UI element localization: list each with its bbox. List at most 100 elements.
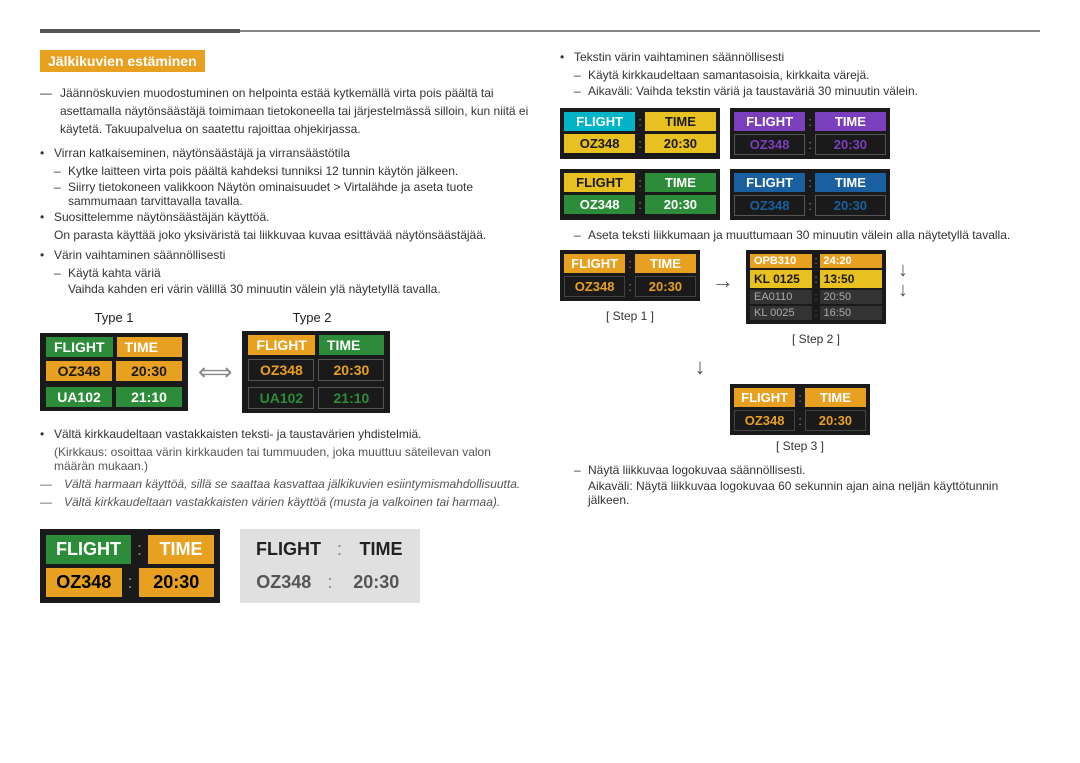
type1-ua102: UA102 <box>46 387 112 407</box>
vb3-h2: TIME <box>645 173 716 192</box>
big-board-light-colon1: : <box>335 535 344 564</box>
step3-h2: TIME <box>805 388 866 407</box>
step1-d2: 20:30 <box>635 276 696 297</box>
vb1-d2: 20:30 <box>645 134 716 153</box>
type1-oz348: OZ348 <box>46 361 112 381</box>
swap-arrow: ⟺ <box>198 358 232 387</box>
s2-r2-colon: : <box>814 270 817 288</box>
type1-data-row1: OZ348 20:30 <box>40 359 188 385</box>
big-board-light: FLIGHT : TIME OZ348 : 20:30 <box>240 529 420 603</box>
vb4-h1: FLIGHT <box>734 173 805 192</box>
step2-scroll-board: OPB310 : 24:20 KL 0125 : 13:50 EA0110 : <box>746 250 886 324</box>
big-board-dark-colon1: : <box>135 535 144 564</box>
big-board-light-d1: OZ348 <box>246 568 322 597</box>
down-arrow1: ↓ <box>898 260 908 280</box>
vb2-h2: TIME <box>815 112 886 131</box>
variant-board-1: FLIGHT : TIME OZ348 : 20:30 <box>560 108 720 159</box>
note2-sub: Aikaväli: Näytä liikkuvaa logokuvaa 60 s… <box>560 479 1040 507</box>
sub3a: Vaihda kahden eri värin välillä 30 minuu… <box>40 282 530 296</box>
type1-2110: 21:10 <box>116 387 182 407</box>
s2-r4-c1: KL 0025 <box>750 306 812 320</box>
vb4-h2: TIME <box>815 173 886 192</box>
type2-ua102: UA102 <box>248 387 314 409</box>
big-board-light-data: OZ348 : 20:30 <box>246 568 414 597</box>
boards-comparison-row: FLIGHT TIME OZ348 20:30 UA102 21:10 ⟺ <box>40 331 530 413</box>
type1-board: FLIGHT TIME OZ348 20:30 UA102 21:10 <box>40 333 188 411</box>
steps-area: FLIGHT : TIME OZ348 : 20:30 [ Step 1 ] → <box>560 250 1040 346</box>
type2-label: Type 2 <box>238 310 386 325</box>
vb2-c1: : <box>808 112 812 131</box>
vb3-c1: : <box>638 173 642 192</box>
step1-c: : <box>628 254 632 273</box>
s2-r4-colon: : <box>814 306 817 320</box>
step3-c: : <box>798 388 802 407</box>
warn3: Vältä kirkkaudeltaan vastakkaisten värie… <box>40 495 530 509</box>
step1-h2: TIME <box>635 254 696 273</box>
bullet3: Värin vaihtaminen säännöllisesti <box>40 248 530 262</box>
step1-wrapper: FLIGHT : TIME OZ348 : 20:30 [ Step 1 ] <box>560 250 700 323</box>
big-board-dark-d2: 20:30 <box>139 568 215 597</box>
dash1a: Kytke laitteen virta pois päältä kahdeks… <box>40 164 530 178</box>
down-arrow2: ↓ <box>898 280 908 300</box>
step3-d2: 20:30 <box>805 410 866 431</box>
intro-text: Jäännöskuvien muodostuminen on helpointa… <box>40 84 530 138</box>
double-down-arrows: ↓ ↓ <box>898 260 908 300</box>
step3-d1: OZ348 <box>734 410 795 431</box>
vb1-c1: : <box>638 112 642 131</box>
step3-label: [ Step 3 ] <box>776 439 824 453</box>
variant-board-4: FLIGHT : TIME OZ348 : 20:30 <box>730 169 890 220</box>
big-board-light-d2: 20:30 <box>339 568 415 597</box>
type2-oz348: OZ348 <box>248 359 314 381</box>
s2-r1-c1: OPB310 <box>750 254 812 268</box>
type2-data-row2: UA102 21:10 <box>242 385 390 413</box>
vb3-d1: OZ348 <box>564 195 635 214</box>
big-board-light-colon2: : <box>326 568 335 597</box>
vb4-d2: 20:30 <box>815 195 886 216</box>
big-board-dark-h2: TIME <box>148 535 214 564</box>
vb1-d1: OZ348 <box>564 134 635 153</box>
type1-h-time: TIME <box>117 337 182 357</box>
type2-board: FLIGHT TIME OZ348 20:30 UA102 21:10 <box>242 331 390 413</box>
s2-r2-c2: 13:50 <box>820 270 882 288</box>
vb1-h1: FLIGHT <box>564 112 635 131</box>
big-board-light-h2: TIME <box>348 535 414 564</box>
vb2-c2: : <box>808 134 812 155</box>
type2-h-time: TIME <box>319 335 384 355</box>
step2-wrapper: OPB310 : 24:20 KL 0125 : 13:50 EA0110 : <box>746 250 886 346</box>
warn1-sub: (Kirkkaus: osoittaa värin kirkkauden tai… <box>40 445 530 473</box>
section-title: Jälkikuvien estäminen <box>40 50 205 72</box>
type1-label: Type 1 <box>40 310 188 325</box>
right-dash2: Aikaväli: Vaihda tekstin väriä ja tausta… <box>560 84 1040 98</box>
step2-label: [ Step 2 ] <box>792 332 840 346</box>
left-column: Jälkikuvien estäminen Jäännöskuvien muod… <box>40 50 530 603</box>
type2-h-flight: FLIGHT <box>248 335 315 355</box>
right-column: Tekstin värin vaihtaminen säännöllisesti… <box>560 50 1040 603</box>
step1-board: FLIGHT : TIME OZ348 : 20:30 <box>560 250 700 301</box>
type2-2110: 21:10 <box>318 387 384 409</box>
big-board-dark-d1: OZ348 <box>46 568 122 597</box>
s2-r1-colon: : <box>814 254 817 268</box>
big-board-light-h1: FLIGHT <box>246 535 331 564</box>
s2-r3-colon: : <box>814 290 817 304</box>
step1-to-step2-arrow: → <box>712 268 734 294</box>
step1-label: [ Step 1 ] <box>606 309 654 323</box>
warning-lines: Vältä kirkkaudeltaan vastakkaisten tekst… <box>40 427 530 509</box>
right-top-text: Tekstin värin vaihtaminen säännöllisesti… <box>560 50 1040 98</box>
s2-r2-c1: KL 0125 <box>750 270 812 288</box>
variant-board-2: FLIGHT : TIME OZ348 : 20:30 <box>730 108 890 159</box>
right-dot1: Tekstin värin vaihtaminen säännöllisesti <box>560 50 1040 64</box>
step1-d1: OZ348 <box>564 276 625 297</box>
big-board-dark: FLIGHT : TIME OZ348 : 20:30 <box>40 529 220 603</box>
type-labels: Type 1 Type 2 <box>40 310 530 325</box>
step1-c2: : <box>628 276 632 297</box>
vb2-d1: OZ348 <box>734 134 805 155</box>
type2-data-row1: OZ348 20:30 <box>242 357 390 385</box>
vb2-h1: FLIGHT <box>734 112 805 131</box>
type2-header-row: FLIGHT TIME <box>242 331 390 357</box>
step3-board: FLIGHT : TIME OZ348 : 20:30 <box>730 384 870 435</box>
vb1-h2: TIME <box>645 112 716 131</box>
content-wrapper: Jälkikuvien estäminen Jäännöskuvien muod… <box>40 50 1040 603</box>
dash1b: Siirry tietokoneen valikkoon Näytön omin… <box>40 180 530 208</box>
type1-header-row: FLIGHT TIME <box>40 333 188 359</box>
type1-data-row2: UA102 21:10 <box>40 385 188 411</box>
